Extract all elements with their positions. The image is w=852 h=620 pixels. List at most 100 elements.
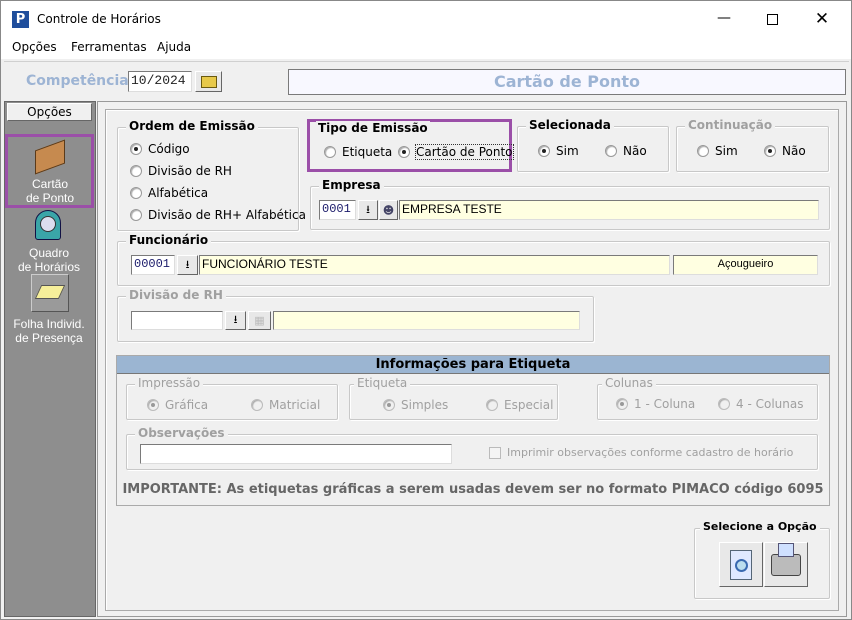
app-window: P Controle de Horários — ✕ Opções Ferram… [0,0,852,620]
sidebar-item-label: Cartão [31,177,69,191]
sidebar-item-label: de Horários [17,260,81,274]
radio-selecionada-sim[interactable]: Sim [538,144,579,158]
open-folder-button[interactable] [195,71,222,92]
radio-4-colunas[interactable]: 4 - Colunas [718,397,803,411]
card-box-icon [35,139,65,175]
clock-icon [35,210,61,240]
divisao-code-input[interactable] [131,311,223,330]
close-button[interactable]: ✕ [799,3,845,35]
radio-grafica[interactable]: Gráfica [147,398,208,412]
radio-circle [486,399,498,411]
sidebar-header[interactable]: Opções [7,103,92,121]
title-bar: P Controle de Horários — ✕ [1,1,851,38]
grid-icon: ▦ [254,314,265,327]
group-title: Continuação [685,118,776,132]
empresa-lookup-button[interactable]: ⭳ [358,200,378,220]
observacoes-input[interactable] [140,444,452,464]
maximize-button[interactable] [749,3,795,35]
radio-selecionada-nao[interactable]: Não [605,144,647,158]
print-button[interactable] [764,542,808,587]
radio-circle [764,145,776,157]
competencia-input[interactable]: 10/2024 [128,71,192,92]
radio-1-coluna[interactable]: 1 - Coluna [616,397,695,411]
label: 1 - Coluna [634,397,696,411]
label: Especial [504,398,554,412]
divider [4,61,849,62]
funcionario-name-field: FUNCIONÁRIO TESTE [199,255,670,275]
sidebar-item-label: de Presença [15,331,83,345]
app-icon: P [12,11,29,28]
download-arrow-icon: ⭳ [366,202,370,216]
printer-icon [771,542,801,576]
radio-circle [398,146,410,158]
radio-matricial[interactable]: Matricial [251,398,320,412]
selecionada-group: Selecionada Sim Não [517,118,669,172]
sidebar-item-quadro-de-horarios[interactable]: Quadro de Horários [4,208,94,274]
competencia-label: Competência: [26,73,135,89]
menu-opcoes[interactable]: Opções [12,40,57,54]
radio-especial[interactable]: Especial [486,398,553,412]
funcionario-code-input[interactable]: 00001 [131,255,175,275]
label: Divisão de RH [148,164,232,178]
group-title: Selecione a Opção [700,520,820,533]
etiqueta-panel-header: Informações para Etiqueta [117,356,829,374]
empresa-code-input[interactable]: 0001 [319,200,356,220]
screen-title: Cartão de Ponto [288,69,846,95]
radio-circle [147,399,159,411]
impressao-group: Impressão Gráfica Matricial [126,376,338,420]
label: Etiqueta [342,145,393,159]
importante-note: IMPORTANTE: As etiquetas gráficas a sere… [122,482,824,497]
group-title: Selecionada [526,118,614,132]
menu-ferramentas[interactable]: Ferramentas [71,40,147,54]
label: Divisão de RH+ Alfabética [148,208,306,222]
group-title: Empresa [319,178,384,192]
label: Gráfica [165,398,209,412]
funcionario-lookup-button[interactable]: ⭳ [177,255,198,275]
label: Observações [135,426,228,440]
radio-circle [251,399,263,411]
label: Cartão de Ponto [415,144,514,160]
sidebar-item-label: de Ponto [25,191,75,205]
group-title: Divisão de RH [126,288,226,302]
group-title: Funcionário [126,233,212,247]
tipo-emissao-group: Tipo de Emissão Etiqueta Cartão de Ponto [307,119,514,172]
sidebar-item-folha-individual[interactable]: Folha Individ. de Presença [4,274,94,345]
divisao-search-button[interactable]: ▦ [248,311,271,330]
label: Etiqueta [354,376,411,390]
etiqueta-tipo-group: Etiqueta Simples Especial [349,376,558,420]
radio-codigo[interactable]: Código [130,142,190,156]
papers-icon [31,274,69,312]
imprimir-observacoes-checkbox[interactable]: Imprimir observações conforme cadastro d… [489,446,793,459]
radio-circle [383,399,395,411]
radio-circle [718,398,730,410]
sidebar-item-cartao-de-ponto[interactable]: Cartão de Ponto [5,134,94,208]
radio-divisao-rh[interactable]: Divisão de RH [130,164,232,178]
label: Não [623,144,647,158]
radio-simples[interactable]: Simples [383,398,448,412]
empresa-search-button[interactable]: ☻ [379,200,398,220]
radio-continuacao-sim[interactable]: Sim [697,144,738,158]
radio-cartao-de-ponto[interactable]: Cartão de Ponto [398,144,514,160]
minimize-button[interactable]: — [701,3,747,35]
colunas-group: Colunas 1 - Coluna 4 - Colunas [597,376,818,420]
radio-continuacao-nao[interactable]: Não [764,144,806,158]
label: Alfabética [148,186,209,200]
label: Não [782,144,806,158]
radio-divisao-alfabetica[interactable]: Divisão de RH+ Alfabética [130,208,306,222]
radio-circle [605,145,617,157]
label: Impressão [135,376,204,390]
radio-circle [130,209,142,221]
radio-etiqueta[interactable]: Etiqueta [324,145,392,159]
menu-ajuda[interactable]: Ajuda [157,40,191,54]
preview-button[interactable] [719,542,763,587]
radio-circle [324,146,336,158]
group-title: Tipo de Emissão [316,121,430,135]
label: Código [148,142,190,156]
divisao-lookup-button[interactable]: ⭳ [225,311,246,330]
label: Sim [556,144,579,158]
label: 4 - Colunas [736,397,804,411]
funcionario-cargo-field: Açougueiro [673,255,818,275]
radio-circle [616,398,628,410]
radio-circle [538,145,550,157]
radio-alfabetica[interactable]: Alfabética [130,186,208,200]
